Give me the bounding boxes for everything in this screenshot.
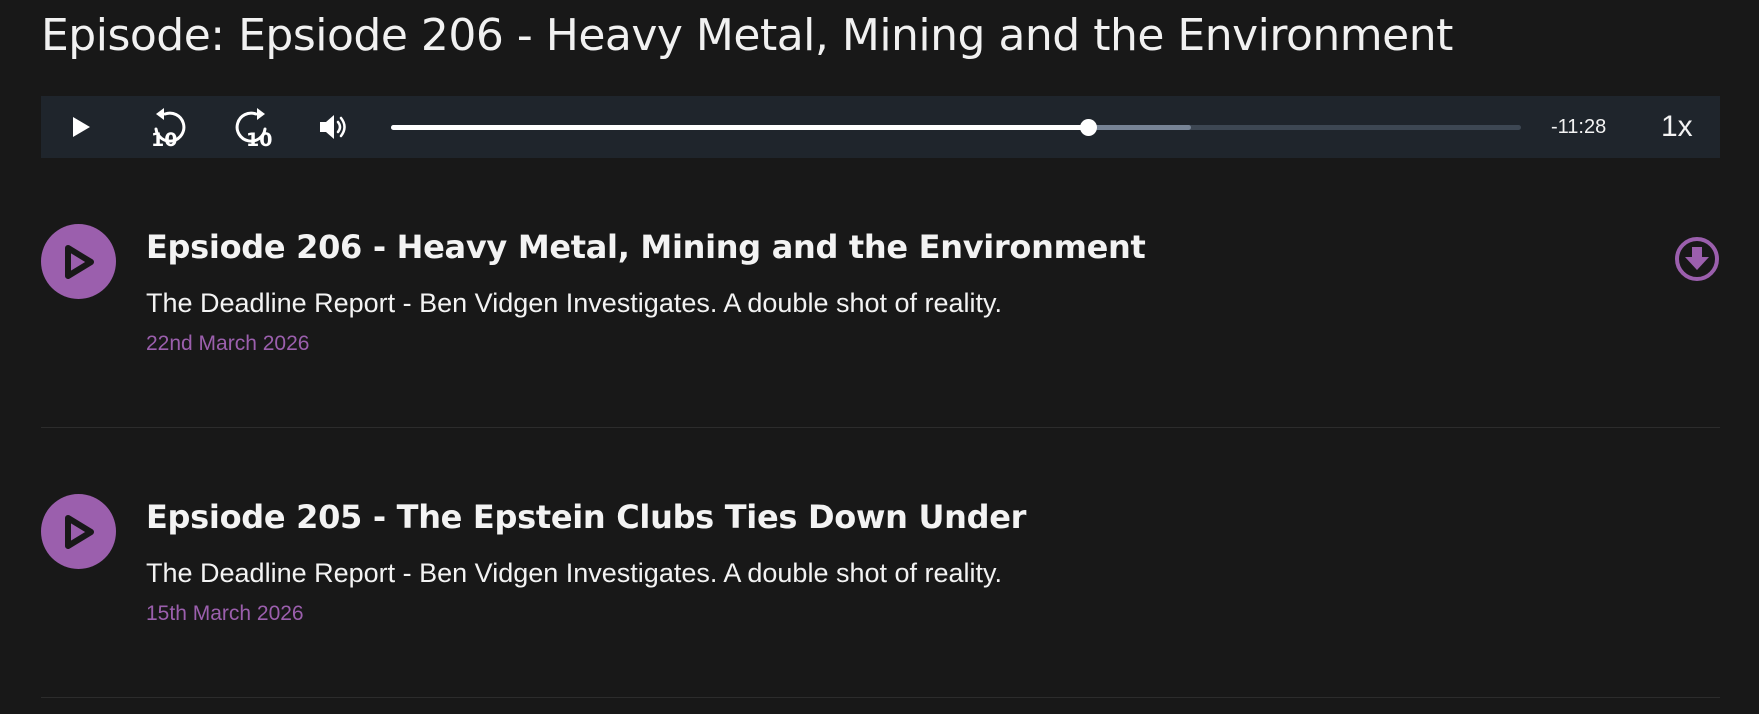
progress-bar[interactable]: [391, 119, 1521, 136]
episode-description: The Deadline Report - Ben Vidgen Investi…: [146, 558, 1003, 588]
volume-button[interactable]: [312, 96, 356, 158]
playback-speed-button[interactable]: 1x: [1661, 96, 1693, 158]
download-icon: [1675, 237, 1719, 281]
page-title: Episode: Epsiode 206 - Heavy Metal, Mini…: [41, 10, 1453, 61]
episode-title[interactable]: Epsiode 205 - The Epstein Clubs Ties Dow…: [146, 498, 1026, 536]
forward-10-button[interactable]: 10: [228, 96, 276, 158]
play-icon: [64, 514, 94, 549]
progress-played: [391, 125, 1089, 130]
volume-icon: [320, 115, 346, 139]
episode-item: Epsiode 205 - The Epstein Clubs Ties Dow…: [41, 482, 1720, 682]
episode-play-button[interactable]: [41, 224, 116, 299]
progress-handle[interactable]: [1080, 119, 1098, 136]
forward-10-icon: 10: [235, 108, 272, 147]
play-icon: [73, 117, 90, 137]
podcast-page: Episode: Epsiode 206 - Heavy Metal, Mini…: [0, 0, 1759, 714]
rewind-10-label: 10: [151, 129, 177, 147]
play-button[interactable]: [61, 96, 101, 158]
audio-player: 10 10 -11:28 1x: [41, 96, 1720, 158]
episode-description: The Deadline Report - Ben Vidgen Investi…: [146, 288, 1003, 318]
play-icon: [64, 244, 94, 279]
rewind-10-button[interactable]: 10: [145, 96, 193, 158]
divider: [41, 697, 1720, 698]
episode-title[interactable]: Epsiode 206 - Heavy Metal, Mining and th…: [146, 228, 1146, 266]
episode-date: 22nd March 2026: [146, 332, 310, 355]
episode-play-button[interactable]: [41, 494, 116, 569]
forward-10-label: 10: [246, 129, 272, 147]
rewind-10-icon: 10: [151, 108, 186, 147]
episode-item: Epsiode 206 - Heavy Metal, Mining and th…: [41, 212, 1720, 412]
episode-date: 15th March 2026: [146, 602, 304, 625]
time-remaining: -11:28: [1551, 116, 1607, 138]
divider: [41, 427, 1720, 428]
download-button[interactable]: [1674, 236, 1720, 282]
